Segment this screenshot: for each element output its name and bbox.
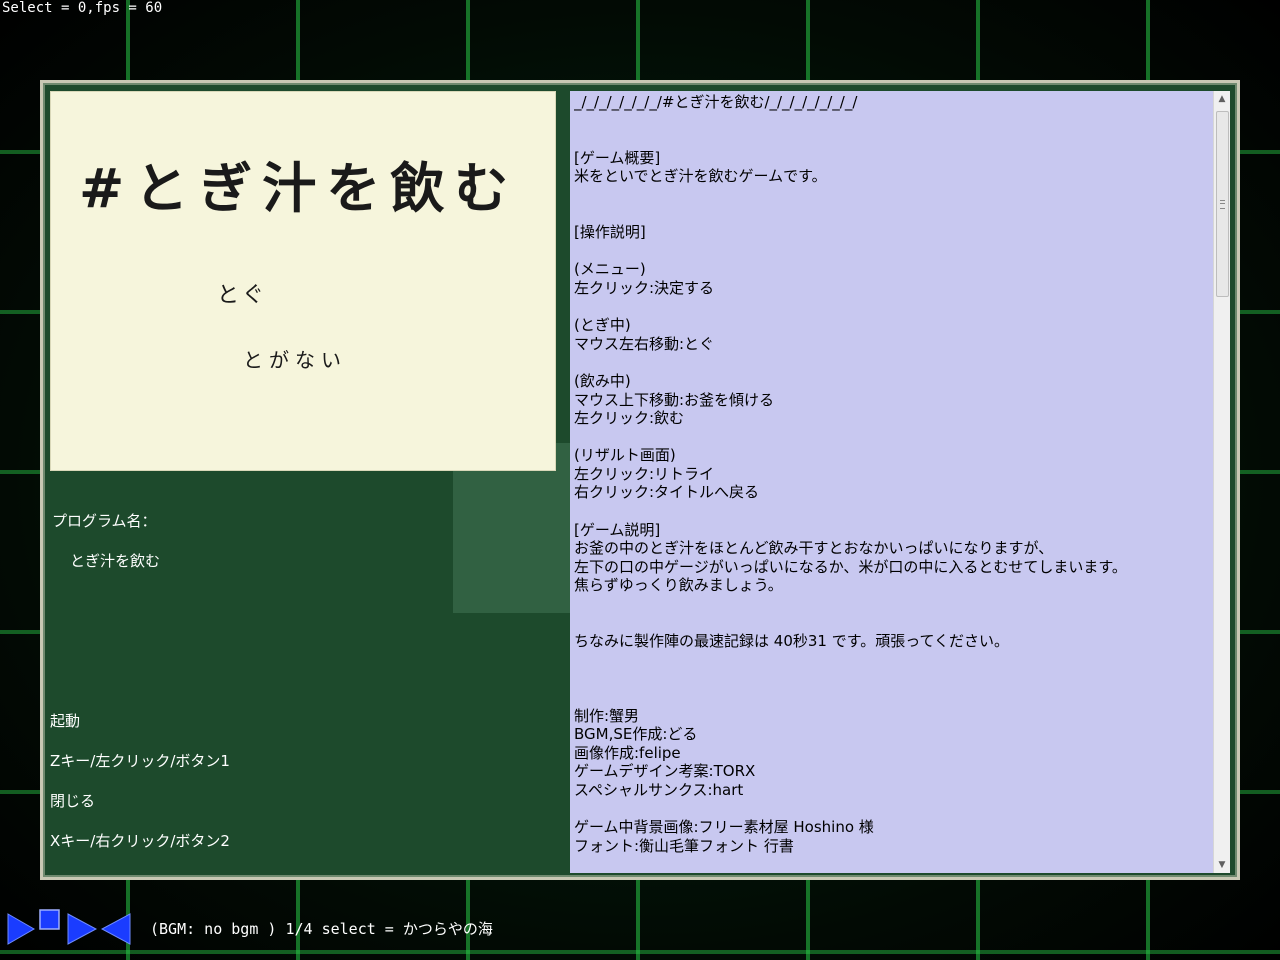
close-keys: Xキー/右クリック/ボタン2 (50, 832, 230, 850)
launch-label: 起動 (50, 712, 81, 730)
title-heading: #とぎ汁を飲む (79, 156, 519, 220)
scroll-down-icon[interactable]: ▼ (1214, 857, 1230, 873)
scroll-up-icon[interactable]: ▲ (1214, 91, 1230, 107)
program-label: プログラム名： (52, 512, 157, 530)
prev-next-icon[interactable] (66, 912, 132, 946)
stop-icon[interactable] (38, 908, 62, 932)
play-icon[interactable] (6, 912, 36, 946)
program-name: とぎ汁を飲む (70, 552, 161, 570)
bgm-status: (BGM: no bgm ) 1/4 select = かつらやの海 (150, 920, 493, 938)
scroll-thumb[interactable] (1216, 111, 1229, 297)
readme-text: _/_/_/_/_/_/_/#とぎ汁を飲む/_/_/_/_/_/_/_/ [ゲー… (574, 93, 1127, 855)
debug-status: Select = 0,fps = 60 (2, 0, 163, 16)
grip-icon (1220, 200, 1225, 209)
readme-scrollbar[interactable]: ▲ ▼ (1213, 91, 1230, 873)
game-title-screenshot: #とぎ汁を飲む とぐ とがない (50, 91, 556, 471)
close-label: 閉じる (50, 792, 96, 810)
launch-keys: Zキー/左クリック/ボタン1 (50, 752, 230, 770)
title-option-2: とがない (243, 348, 347, 372)
title-option-1: とぐ (217, 283, 268, 308)
launcher-window: #とぎ汁を飲む とぐ とがない プログラム名： とぎ汁を飲む 起動 Zキー/左ク… (40, 80, 1240, 880)
readme-panel[interactable]: _/_/_/_/_/_/_/#とぎ汁を飲む/_/_/_/_/_/_/_/ [ゲー… (570, 91, 1230, 873)
bgm-player-controls (6, 908, 136, 948)
